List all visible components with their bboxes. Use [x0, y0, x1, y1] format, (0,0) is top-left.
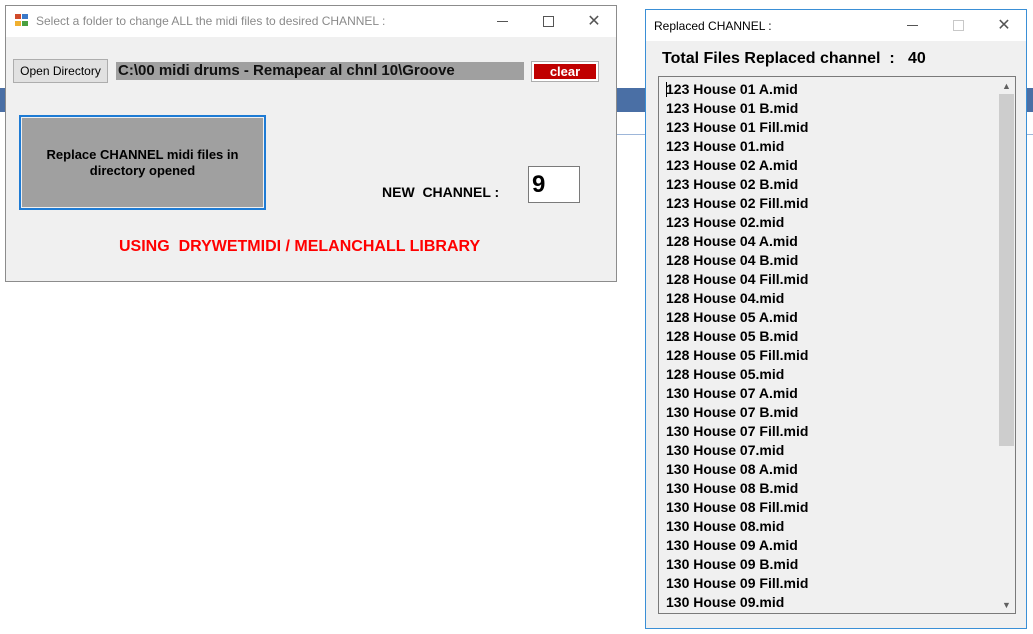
text-caret	[666, 82, 667, 97]
minimize-icon	[906, 25, 918, 26]
list-item[interactable]: 123 House 01 Fill.mid	[666, 118, 808, 137]
main-window: Select a folder to change ALL the midi f…	[5, 5, 617, 282]
replace-channel-button-label: Replace CHANNEL midi files in directory …	[22, 118, 263, 207]
replaced-minimize-button[interactable]	[889, 10, 935, 41]
list-item[interactable]: 128 House 04 Fill.mid	[666, 270, 808, 289]
clear-button-label: clear	[534, 64, 596, 79]
list-item[interactable]: 123 House 02.mid	[666, 213, 808, 232]
replaced-window-title: Replaced CHANNEL :	[654, 19, 772, 33]
list-item[interactable]: 123 House 02 B.mid	[666, 175, 808, 194]
replace-channel-button[interactable]: Replace CHANNEL midi files in directory …	[19, 115, 266, 210]
list-item[interactable]: 128 House 04.mid	[666, 289, 808, 308]
list-item[interactable]: 130 House 09 Fill.mid	[666, 574, 808, 593]
replaced-channel-window: Replaced CHANNEL : ✕ Total Files Replace…	[645, 9, 1027, 629]
list-item[interactable]: 130 House 07 Fill.mid	[666, 422, 808, 441]
close-icon: ✕	[997, 16, 1011, 34]
list-item[interactable]: 130 House 07.mid	[666, 441, 808, 460]
maximize-icon	[542, 16, 554, 27]
list-item[interactable]: 123 House 02 Fill.mid	[666, 194, 808, 213]
scrollbar-thumb[interactable]	[999, 94, 1014, 446]
list-item[interactable]: 130 House 08 Fill.mid	[666, 498, 808, 517]
list-item[interactable]: 128 House 05 A.mid	[666, 308, 808, 327]
scroll-up-arrow-icon[interactable]: ▲	[998, 77, 1015, 94]
list-item[interactable]: 128 House 04 B.mid	[666, 251, 808, 270]
close-icon: ✕	[587, 12, 601, 30]
list-scrollbar[interactable]: ▲ ▼	[998, 77, 1015, 613]
library-credit-text: USING DRYWETMIDI / MELANCHALL LIBRARY	[119, 238, 481, 255]
clear-button[interactable]: clear	[531, 61, 599, 82]
list-item[interactable]: 123 House 01.mid	[666, 137, 808, 156]
replaced-close-button[interactable]: ✕	[981, 10, 1027, 41]
close-button[interactable]: ✕	[571, 6, 617, 37]
list-item[interactable]: 123 House 01 B.mid	[666, 99, 808, 118]
minimize-button[interactable]	[479, 6, 525, 37]
new-channel-input[interactable]: 9	[528, 166, 580, 203]
minimize-icon	[496, 21, 508, 22]
list-item[interactable]: 128 House 04 A.mid	[666, 232, 808, 251]
list-item[interactable]: 130 House 08 B.mid	[666, 479, 808, 498]
list-item[interactable]: 130 House 09.mid	[666, 593, 808, 612]
list-item[interactable]: 130 House 07 A.mid	[666, 384, 808, 403]
replaced-titlebar: Replaced CHANNEL : ✕	[646, 10, 1026, 41]
maximize-icon	[952, 20, 964, 31]
open-directory-button[interactable]: Open Directory	[13, 59, 108, 83]
list-item[interactable]: 130 House 09 B.mid	[666, 555, 808, 574]
replaced-maximize-button	[935, 10, 981, 41]
list-item[interactable]: 128 House 05 Fill.mid	[666, 346, 808, 365]
list-item[interactable]: 130 House 09 A.mid	[666, 536, 808, 555]
new-channel-label: NEW CHANNEL :	[382, 184, 500, 200]
list-item[interactable]: 130 House 07 B.mid	[666, 403, 808, 422]
list-item[interactable]: 130 House 08.mid	[666, 517, 808, 536]
replaced-files-list[interactable]: 123 House 01 A.mid 123 House 01 B.mid 123 …	[658, 76, 1016, 614]
app-icon	[15, 14, 29, 27]
file-list-items: 123 House 01 A.mid 123 House 01 B.mid 123 …	[666, 80, 808, 612]
list-item[interactable]: 128 House 05 B.mid	[666, 327, 808, 346]
directory-path-display: C:\00 midi drums - Remapear al chnl 10\G…	[116, 62, 524, 80]
total-files-label: Total Files Replaced channel : 40	[662, 50, 926, 67]
maximize-button[interactable]	[525, 6, 571, 37]
main-window-title: Select a folder to change ALL the midi f…	[36, 14, 386, 28]
main-titlebar: Select a folder to change ALL the midi f…	[6, 6, 616, 37]
list-item[interactable]: 128 House 05.mid	[666, 365, 808, 384]
scroll-down-arrow-icon[interactable]: ▼	[998, 596, 1015, 613]
list-item[interactable]: 123 House 02 A.mid	[666, 156, 808, 175]
list-item[interactable]: 130 House 08 A.mid	[666, 460, 808, 479]
list-item[interactable]: 123 House 01 A.mid	[666, 80, 808, 99]
